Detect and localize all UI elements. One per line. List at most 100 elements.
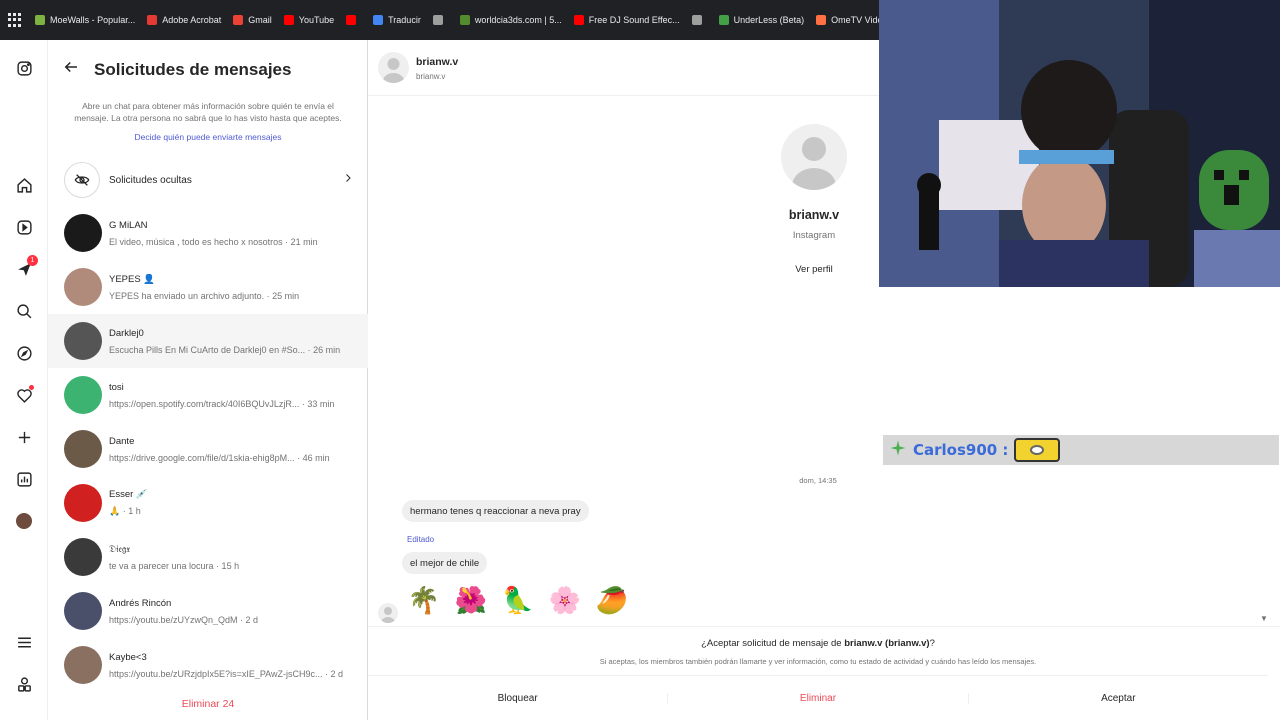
bookmark-label: UnderLess (Beta)	[733, 15, 805, 25]
message-timestamp: dom, 14:35	[799, 476, 837, 485]
chat-header-username: brianw.v	[416, 72, 446, 81]
message-settings-link[interactable]: Decide quién puede enviarte mensajes	[48, 132, 368, 142]
back-arrow-icon[interactable]	[62, 58, 80, 81]
explore-icon[interactable]	[14, 343, 34, 363]
bookmark-item[interactable]	[346, 15, 361, 25]
avatar[interactable]	[378, 52, 409, 83]
message-bubble[interactable]: el mejor de chile	[402, 552, 488, 574]
request-preview: https://youtu.be/zURzjdpIx5E?is=xIE_PAwZ…	[109, 668, 344, 679]
bookmark-item[interactable]: MoeWalls - Popular...	[35, 15, 135, 25]
list-item[interactable]: Esser 💉 🙏 · 1 h	[48, 476, 368, 530]
block-button[interactable]: Bloquear	[368, 693, 667, 704]
sidebar-nav: 1	[0, 40, 48, 720]
list-item[interactable]: Darklej0 Escucha Pills En Mi CuArto de Da…	[48, 314, 368, 368]
bookmark-favicon-icon	[459, 15, 470, 25]
requests-info-text: Abre un chat para obtener más informació…	[74, 101, 342, 123]
bookmark-favicon-icon	[718, 15, 729, 25]
bookmark-item[interactable]: Gmail	[233, 15, 272, 25]
menu-icon[interactable]	[14, 632, 34, 652]
also-from-meta-icon[interactable]	[14, 674, 34, 694]
bookmark-label: MoeWalls - Popular...	[50, 15, 136, 25]
search-icon[interactable]	[14, 301, 34, 321]
bookmark-item[interactable]: Free DJ Sound Effec...	[573, 15, 680, 25]
messages-icon[interactable]: 1	[14, 255, 38, 279]
hidden-requests-row[interactable]: Solicitudes ocultas	[64, 162, 354, 198]
request-sender-name: Darklej0	[109, 327, 144, 339]
alert-text: Carlos900 :	[913, 441, 1009, 459]
bookmark-favicon-icon	[816, 15, 827, 25]
request-preview: Escucha Pills En Mi CuArto de Darklej0 e…	[109, 344, 341, 355]
avatar	[64, 646, 102, 684]
bookmark-label: Adobe Acrobat	[162, 15, 222, 25]
accept-info-text: Si aceptas, los miembros también podrán …	[599, 657, 1037, 666]
bookmark-label: OmeTV Video Chat...	[831, 15, 880, 25]
emoji: 🌺	[454, 584, 488, 615]
bookmark-favicon-icon	[573, 15, 584, 25]
request-preview: 🙏 · 1 h	[109, 506, 141, 516]
bookmark-item[interactable]: worldcia3ds.com | 5...	[459, 15, 562, 25]
chat-header-name[interactable]: brianw.v	[416, 56, 458, 68]
accept-question: ¿Aceptar solicitud de mensaje de brianw.…	[701, 638, 935, 649]
hidden-requests-label: Solicitudes ocultas	[109, 174, 192, 186]
bookmark-item[interactable]: Traducir	[373, 15, 421, 25]
apps-grid-icon[interactable]	[8, 13, 21, 27]
delete-all-button[interactable]: Eliminar 24	[48, 698, 368, 710]
bookmark-item[interactable]: OmeTV Video Chat...	[816, 15, 880, 25]
star-icon	[889, 439, 907, 462]
bookmark-item[interactable]	[691, 15, 707, 25]
view-profile-button[interactable]: Ver perfil	[782, 259, 846, 279]
emoji: 🦜	[501, 584, 535, 615]
avatar	[64, 484, 102, 522]
bookmark-item[interactable]: YouTube	[283, 15, 335, 25]
profile-avatar-icon[interactable]	[14, 511, 34, 531]
request-preview: https://youtu.be/zUYzwQn_QdM · 2 d	[109, 614, 259, 625]
scroll-down-icon[interactable]: ▼	[1260, 614, 1268, 623]
bookmark-item[interactable]: Adobe Acrobat	[147, 15, 221, 25]
list-item[interactable]: G MiLAN El video, música , todo es hecho …	[48, 206, 368, 260]
stream-alert: Carlos900 :	[883, 435, 1279, 465]
bookmark-label: Free DJ Sound Effec...	[588, 15, 680, 25]
bookmark-label: YouTube	[298, 15, 335, 25]
message-bubble[interactable]: hermano tenes q reaccionar a neva pray	[402, 500, 589, 522]
bookmark-favicon-icon	[35, 15, 45, 25]
list-item[interactable]: Dante https://drive.google.com/file/d/1sk…	[48, 422, 368, 476]
emoji: 🌸	[548, 584, 582, 615]
notifications-heart-icon[interactable]	[14, 385, 34, 405]
list-item[interactable]: tosi https://open.spotify.com/track/40I6B…	[48, 368, 368, 422]
bookmark-favicon-icon	[373, 15, 384, 25]
request-preview: YEPES ha enviado un archivo adjunto. · 2…	[109, 290, 300, 301]
list-item[interactable]: Kaybe<3 https://youtu.be/zURzjdpIx5E?is=x…	[48, 638, 368, 692]
request-sender-name: 𝔇𝔦𝔢𝔤𝔵	[109, 543, 131, 555]
bookmark-label: Traducir	[388, 15, 421, 25]
accept-button[interactable]: Aceptar	[969, 693, 1268, 704]
request-sender-name: Dante	[109, 435, 135, 447]
create-plus-icon[interactable]	[14, 427, 34, 447]
sender-avatar	[378, 603, 398, 623]
bookmark-favicon-icon	[691, 15, 702, 25]
minion-icon	[1014, 438, 1061, 462]
list-item[interactable]: YEPES 👤 YEPES ha enviado un archivo adjun…	[48, 260, 368, 314]
page-title: Solicitudes de mensajes	[94, 59, 292, 79]
avatar	[64, 214, 102, 252]
message-requests-panel: Solicitudes de mensajes Abre un chat par…	[48, 40, 368, 720]
avatar	[64, 322, 102, 360]
accept-request-bar: ¿Aceptar solicitud de mensaje de brianw.…	[368, 626, 1280, 720]
reels-icon[interactable]	[14, 217, 34, 237]
bookmark-label: Gmail	[248, 15, 272, 25]
delete-button[interactable]: Eliminar	[667, 693, 969, 704]
avatar	[64, 538, 102, 576]
request-sender-name: Esser 💉	[109, 489, 148, 500]
bookmark-item[interactable]	[432, 15, 448, 25]
list-item[interactable]: 𝔇𝔦𝔢𝔤𝔵 te va a parecer una locura · 15 h	[48, 530, 368, 584]
avatar	[64, 268, 102, 306]
emoji: 🌴	[407, 584, 441, 615]
home-icon[interactable]	[14, 175, 34, 195]
emoji-message[interactable]: 🌴 🌺 🦜 🌸 🥭	[406, 582, 630, 618]
bookmark-item[interactable]: UnderLess (Beta)	[718, 15, 805, 25]
dashboard-icon[interactable]	[14, 469, 34, 489]
list-item[interactable]: Andrés Rincón https://youtu.be/zUYzwQn_Qd…	[48, 584, 368, 638]
chevron-right-icon	[342, 171, 354, 189]
bookmark-favicon-icon	[233, 15, 244, 25]
bookmark-favicon-icon	[432, 15, 443, 25]
instagram-logo-icon[interactable]	[14, 58, 34, 78]
